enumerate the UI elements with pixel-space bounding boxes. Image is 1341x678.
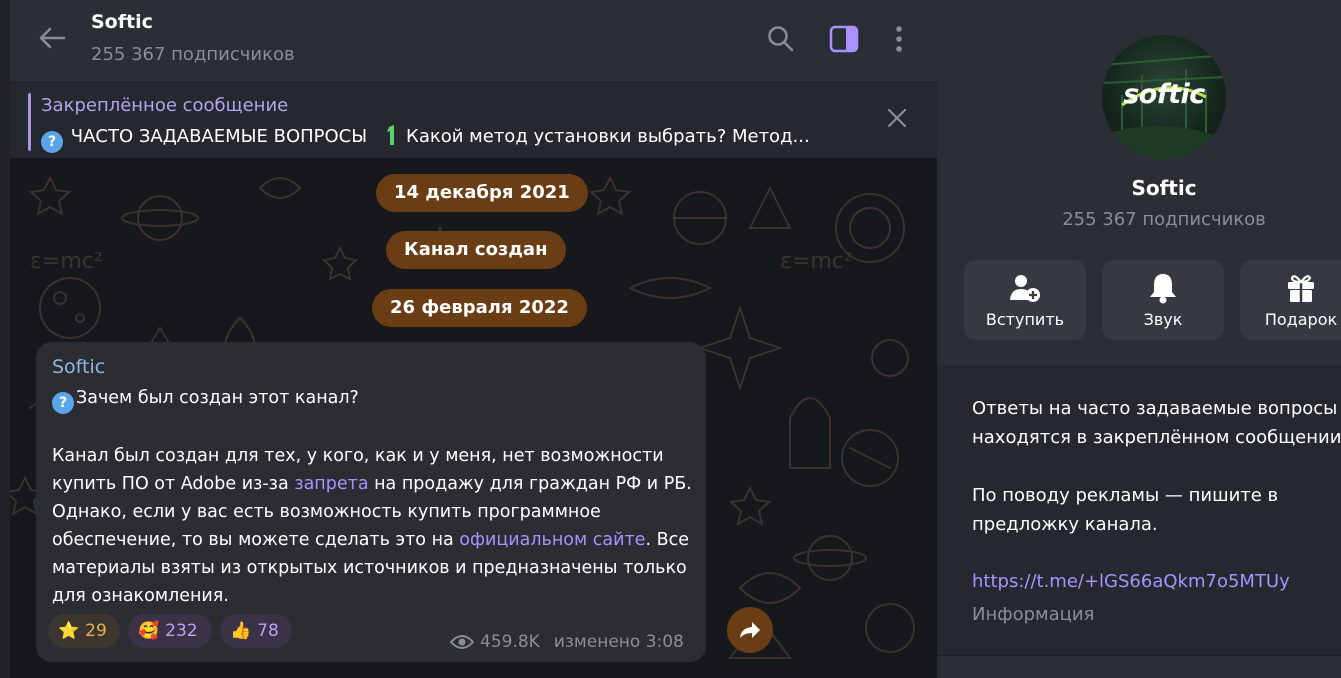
date-divider-2: 26 февраля 2022 xyxy=(372,289,587,327)
ban-link[interactable]: запрета xyxy=(294,474,368,494)
pinned-indicator xyxy=(28,93,31,151)
channel-message[interactable]: Softic ? Зачем был создан этот канал? Кан… xyxy=(36,342,706,662)
share-arrow-icon xyxy=(740,622,760,638)
channel-subscribers: 255 367 подписчиков xyxy=(91,44,295,65)
chat-area: Softic 255 367 подписчиков Закреплённое … xyxy=(0,0,937,678)
message-text: ? Зачем был создан этот канал? Канал был … xyxy=(52,384,702,610)
description-line: По поводу рекламы — пишите в xyxy=(972,485,1279,506)
join-button[interactable]: Вступить xyxy=(964,260,1086,340)
pinned-text-rest: Какой метод установки выбрать? Метод... xyxy=(406,126,810,147)
side-panel-icon xyxy=(829,25,859,53)
views-count: 459.8K xyxy=(480,632,540,652)
pinned-title: Закреплённое сообщение xyxy=(41,95,289,116)
pinned-text: ? ЧАСТО ЗАДАВАЕМЫЕ ВОПРОСЫ 1 Какой метод… xyxy=(41,123,861,153)
message-meta: 459.8K изменено 3:08 xyxy=(450,632,684,652)
panel-channel-name: Softic xyxy=(1131,176,1197,200)
invite-link[interactable]: https://t.me/+lGS66aQkm7o5MTUy xyxy=(972,571,1290,592)
description-line: Ответы на часто задаваемые вопросы xyxy=(972,398,1338,419)
question-emoji-icon: ? xyxy=(52,392,74,414)
reaction-count: 232 xyxy=(165,621,198,641)
reaction-count: 78 xyxy=(257,621,279,641)
date-divider-1: 14 декабря 2021 xyxy=(376,174,588,212)
service-message-channel-created: Канал создан xyxy=(386,231,566,269)
back-button[interactable] xyxy=(34,20,70,56)
channel-avatar[interactable]: softic xyxy=(1102,35,1226,159)
description-line: находятся в закреплённом сообщении xyxy=(972,427,1341,448)
panel-subscribers: 255 367 подписчиков xyxy=(1062,209,1266,230)
add-user-icon xyxy=(1010,275,1040,302)
panel-header: softic Softic 255 367 подписчиков Вступи… xyxy=(937,0,1341,365)
sound-button[interactable]: Звук xyxy=(1102,260,1224,340)
gift-button[interactable]: Подарок xyxy=(1240,260,1341,340)
reaction-count: 29 xyxy=(85,621,107,641)
pinned-text-main: ЧАСТО ЗАДАВАЕМЫЕ ВОПРОСЫ xyxy=(70,126,368,147)
channel-title[interactable]: Softic xyxy=(91,11,153,33)
smiling-hearts-emoji-icon: 🥰 xyxy=(138,621,160,641)
svg-text:ε=mc²: ε=mc² xyxy=(780,249,853,274)
gift-label: Подарок xyxy=(1264,310,1338,329)
gift-icon xyxy=(1288,275,1314,302)
chat-header: Softic 255 367 подписчиков xyxy=(10,0,937,82)
star-emoji-icon: ⭐ xyxy=(58,621,80,641)
window-edge xyxy=(0,0,10,678)
join-label: Вступить xyxy=(985,310,1065,329)
info-label: Информация xyxy=(972,604,1095,625)
message-author[interactable]: Softic xyxy=(52,356,105,378)
sound-label: Звук xyxy=(1143,310,1183,329)
eye-icon xyxy=(450,635,474,649)
thumbs-up-emoji-icon: 👍 xyxy=(230,621,252,641)
share-button[interactable] xyxy=(727,607,773,653)
channel-info-panel: softic Softic 255 367 подписчиков Вступи… xyxy=(937,0,1341,678)
back-arrow-icon xyxy=(39,27,66,49)
search-icon xyxy=(768,26,794,52)
reaction-star[interactable]: ⭐ 29 xyxy=(48,614,120,648)
question-emoji-icon: ? xyxy=(41,131,63,153)
more-menu-button[interactable] xyxy=(881,20,917,58)
edited-time: изменено 3:08 xyxy=(553,632,684,652)
reaction-love[interactable]: 🥰 232 xyxy=(128,614,212,648)
official-site-link[interactable]: официальном сайте xyxy=(459,530,645,550)
more-vertical-icon xyxy=(896,26,902,52)
search-button[interactable] xyxy=(763,20,799,58)
message-question: Зачем был создан этот канал? xyxy=(76,388,359,408)
pinned-message-bar[interactable]: Закреплённое сообщение ? ЧАСТО ЗАДАВАЕМЫ… xyxy=(10,82,937,158)
description-line: предложку канала. xyxy=(972,514,1158,535)
close-pinned-button[interactable] xyxy=(882,103,912,133)
svg-text:ε=mc²: ε=mc² xyxy=(30,249,103,274)
number-one-emoji-icon: 1 xyxy=(384,123,400,147)
bell-icon xyxy=(1150,274,1176,304)
panel-next-section xyxy=(937,655,1341,678)
channel-description: Ответы на часто задаваемые вопросы наход… xyxy=(972,394,1341,539)
toggle-side-panel-button[interactable] xyxy=(826,20,862,58)
reaction-thumbs-up[interactable]: 👍 78 xyxy=(220,614,292,648)
close-icon xyxy=(887,108,907,128)
avatar-logo-text: softic xyxy=(1123,79,1205,110)
